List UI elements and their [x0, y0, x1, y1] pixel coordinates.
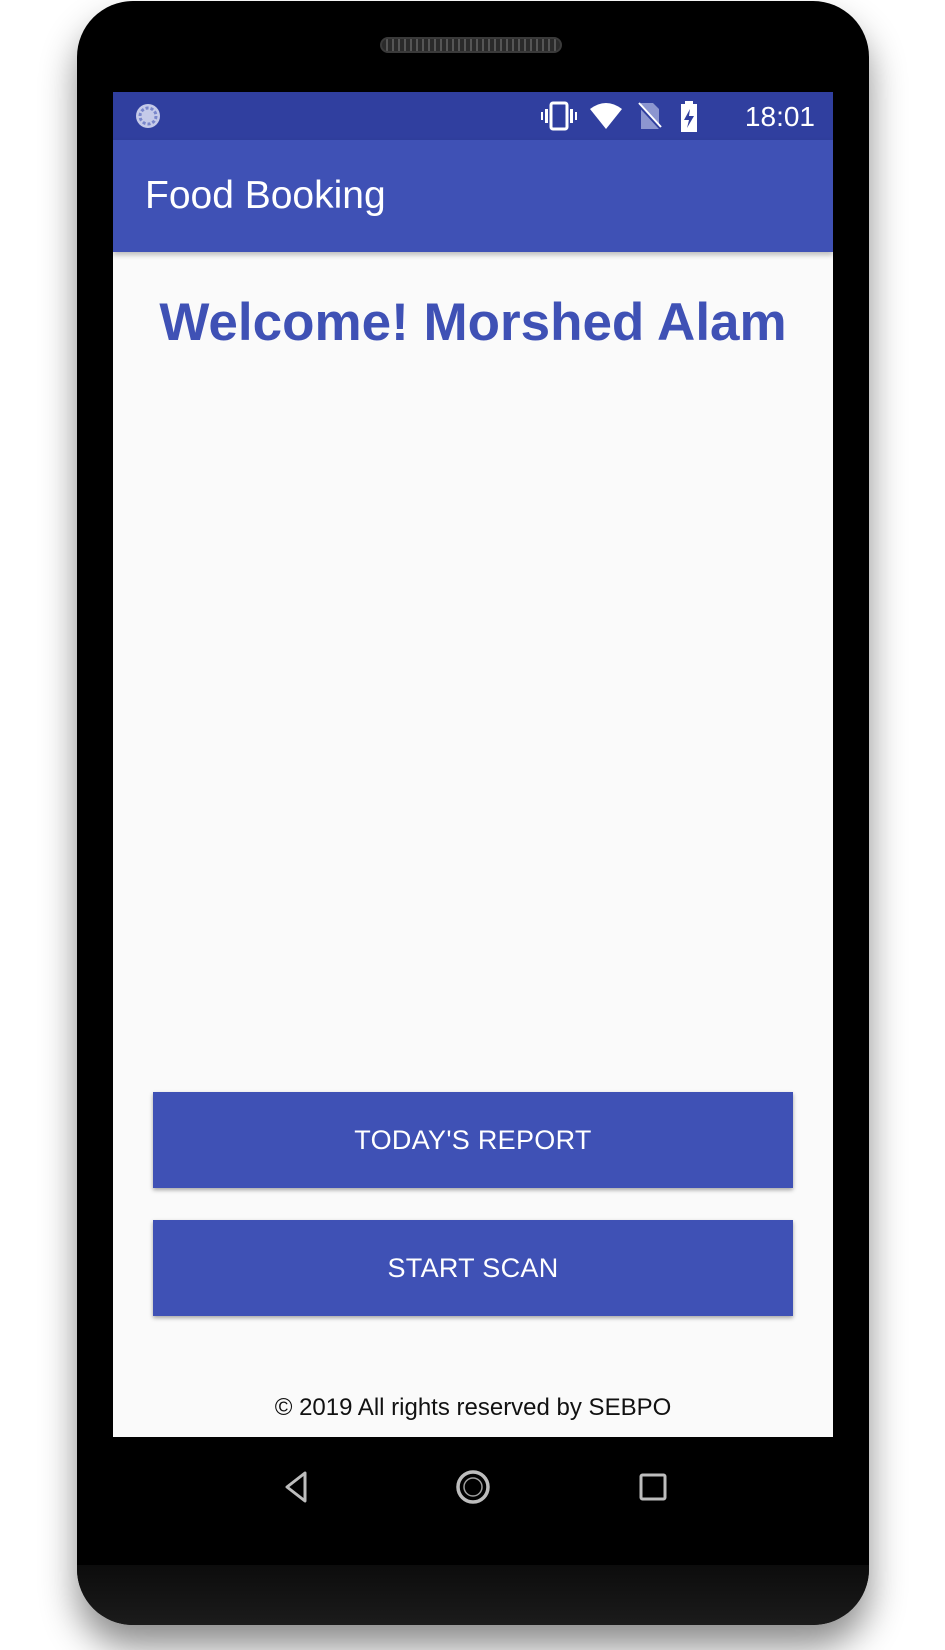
page: 18:01 Food Booking Welcome! Morshed Alam…: [0, 0, 945, 1650]
welcome-heading: Welcome! Morshed Alam: [159, 293, 787, 352]
status-time: 18:01: [744, 101, 815, 132]
device-screen: 18:01 Food Booking Welcome! Morshed Alam…: [113, 92, 833, 1437]
todays-report-button[interactable]: TODAY'S REPORT: [153, 1092, 793, 1188]
battery-charging-icon: [681, 101, 697, 132]
start-scan-button[interactable]: START SCAN: [153, 1220, 793, 1316]
no-sim-icon: [635, 101, 663, 131]
wifi-icon: [590, 103, 622, 129]
recents-icon[interactable]: [629, 1463, 677, 1511]
copyright-footer: © 2019 All rights reserved by SEBPO: [274, 1394, 672, 1421]
earpiece-speaker: [380, 37, 562, 53]
app-bar: Food Booking: [113, 140, 833, 252]
phone-bottom-edge: [77, 1565, 869, 1625]
status-bar: 18:01: [113, 92, 833, 140]
app-title: Food Booking: [145, 174, 386, 217]
navigation-bar: [113, 1437, 833, 1537]
vibrate-icon: [541, 101, 577, 131]
home-icon[interactable]: [449, 1463, 497, 1511]
back-icon[interactable]: [273, 1463, 321, 1511]
loading-icon: [136, 104, 160, 128]
